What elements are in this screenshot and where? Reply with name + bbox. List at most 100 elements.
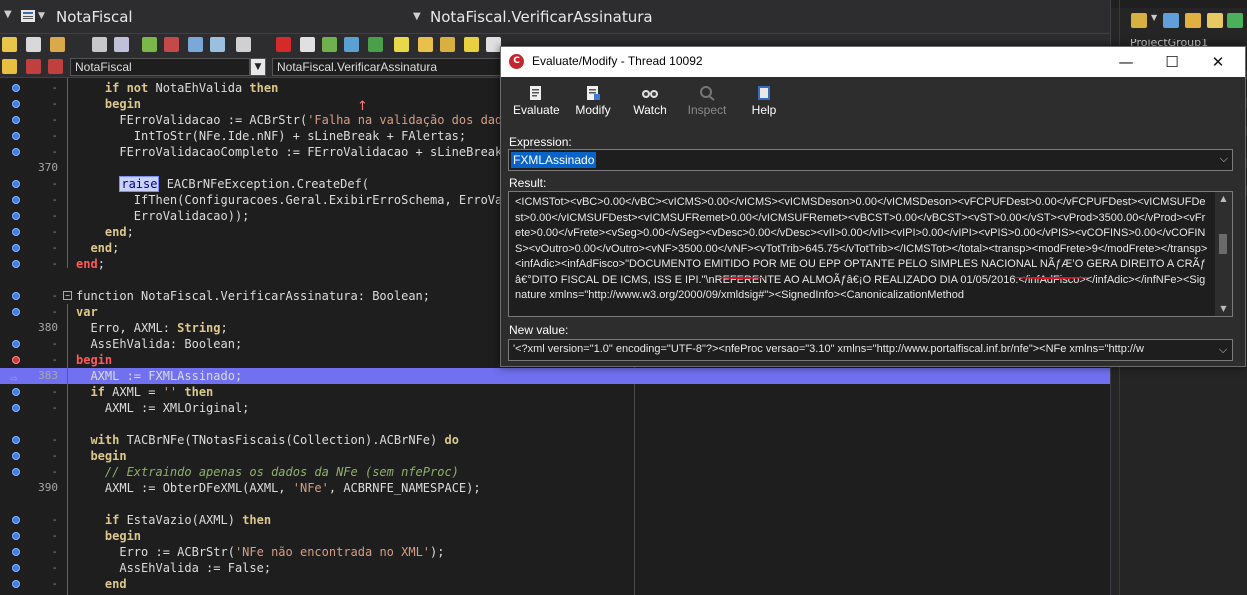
expression-combo[interactable]: FXMLAssinado ⌵	[508, 149, 1233, 171]
method-combo[interactable]: NotaFiscal.VerificarAssinatura	[272, 58, 502, 76]
step-over-icon[interactable]	[300, 37, 315, 52]
code-text[interactable]: AXML := XMLOriginal;	[76, 400, 250, 416]
unit-combo[interactable]: NotaFiscal	[70, 58, 250, 76]
code-line[interactable]: - AXML := XMLOriginal;	[0, 400, 1110, 416]
compiled-line-icon[interactable]	[12, 100, 20, 108]
code-text[interactable]: function NotaFiscal.VerificarAssinatura:…	[76, 288, 430, 304]
code-text[interactable]: begin	[76, 352, 112, 368]
compiled-line-icon[interactable]	[12, 516, 20, 524]
scroll-up-icon[interactable]: ▲	[1215, 192, 1232, 206]
compiled-line-icon[interactable]	[12, 564, 20, 572]
maximize-button[interactable]: ☐	[1149, 47, 1195, 77]
compiled-line-icon[interactable]	[12, 292, 20, 300]
compiled-line-icon[interactable]	[12, 404, 20, 412]
open-icon[interactable]	[50, 37, 65, 52]
code-text[interactable]: AXML := FXMLAssinado;	[76, 368, 242, 384]
bookmark-icon[interactable]	[394, 37, 409, 52]
compiled-line-icon[interactable]	[12, 84, 20, 92]
dropdown-arrow-icon[interactable]: ▼	[38, 11, 54, 25]
add-file-icon[interactable]	[142, 37, 157, 52]
code-text[interactable]: Erro, AXML: String;	[76, 320, 227, 336]
compiled-line-icon[interactable]	[12, 436, 20, 444]
project-options-icon[interactable]	[1131, 13, 1147, 28]
code-line[interactable]: - AssEhValida := False;	[0, 560, 1110, 576]
sync-icon[interactable]	[1163, 13, 1179, 28]
edit-icon[interactable]	[418, 37, 433, 52]
help-button[interactable]: Help	[747, 85, 781, 117]
compiled-line-icon[interactable]	[12, 388, 20, 396]
compiled-line-icon[interactable]	[12, 196, 20, 204]
code-text[interactable]: if not NotaEhValida then	[76, 80, 278, 96]
history-icon[interactable]	[2, 59, 17, 74]
code-line[interactable]: - begin	[0, 448, 1110, 464]
remove-file-icon[interactable]	[164, 37, 179, 52]
code-text[interactable]: begin	[76, 448, 126, 464]
inspect-button[interactable]: Inspect	[686, 85, 728, 117]
code-text[interactable]: Erro := ACBrStr('NFe não encontrada no X…	[76, 544, 444, 560]
new-item-icon[interactable]	[26, 37, 41, 52]
code-text[interactable]: AssEhValida: Boolean;	[76, 336, 242, 352]
code-text[interactable]: AssEhValida := False;	[76, 560, 271, 576]
code-text[interactable]: IntToStr(NFe.Ide.nNF) + sLineBreak + FAl…	[76, 128, 466, 144]
save-icon[interactable]	[92, 37, 107, 52]
compiled-line-icon[interactable]	[12, 548, 20, 556]
code-line[interactable]: - end	[0, 576, 1110, 592]
result-memo[interactable]: <ICMSTot><vBC>0.00</vBC><vICMS>0.00</vIC…	[508, 191, 1233, 317]
new-value-combo[interactable]: '<?xml version="1.0" encoding="UTF-8"?><…	[508, 339, 1233, 361]
evaluate-button[interactable]: Evaluate	[513, 85, 560, 117]
code-text[interactable]: end;	[76, 240, 119, 256]
code-line[interactable]: - if EstaVazio(AXML) then	[0, 512, 1110, 528]
code-line[interactable]: - with TACBrNFe(TNotasFiscais(Collection…	[0, 432, 1110, 448]
stop-icon[interactable]	[276, 37, 291, 52]
project-icon[interactable]	[188, 37, 203, 52]
back-icon[interactable]	[26, 59, 41, 74]
minimize-button[interactable]: —	[1103, 47, 1149, 77]
code-text[interactable]: end;	[76, 256, 105, 272]
chevron-down-icon[interactable]: ▼	[4, 9, 20, 23]
code-line[interactable]	[0, 416, 1110, 432]
current-execution-line[interactable]: ⇨ 383 AXML := FXMLAssinado;	[0, 368, 1110, 385]
refresh-icon[interactable]	[1227, 13, 1243, 28]
debug-icon[interactable]	[2, 37, 17, 52]
code-text[interactable]: if EstaVazio(AXML) then	[76, 512, 271, 528]
code-text[interactable]: FErroValidacao := ACBrStr('Falha na vali…	[76, 112, 516, 128]
compiled-line-icon[interactable]	[12, 308, 20, 316]
breakpoint-icon[interactable]	[12, 356, 20, 364]
code-text[interactable]: IfThen(Configuracoes.Geral.ExibirErroSch…	[76, 192, 517, 208]
fold-toggle-icon[interactable]: −	[63, 291, 72, 300]
code-text[interactable]: begin	[76, 96, 141, 112]
scroll-thumb[interactable]	[1219, 234, 1227, 254]
compiled-line-icon[interactable]	[12, 260, 20, 268]
lightning-icon[interactable]	[464, 37, 479, 52]
compiled-line-icon[interactable]	[12, 532, 20, 540]
code-text[interactable]: // Extraindo apenas os dados da NFe (sem…	[76, 464, 459, 480]
trace-into-icon[interactable]	[322, 37, 337, 52]
new-value-input[interactable]: '<?xml version="1.0" encoding="UTF-8"?><…	[513, 343, 1144, 355]
code-line[interactable]: - Erro := ACBrStr('NFe não encontrada no…	[0, 544, 1110, 560]
expression-input[interactable]: FXMLAssinado	[511, 152, 597, 168]
compiled-line-icon[interactable]	[12, 228, 20, 236]
scroll-down-icon[interactable]: ▼	[1215, 302, 1232, 316]
code-text[interactable]: ErroValidacao));	[76, 208, 250, 224]
code-text[interactable]: var	[76, 304, 98, 320]
code-text[interactable]: AXML := ObterDFeXML(AXML, 'NFe', ACBRNFE…	[76, 480, 481, 496]
result-text[interactable]: <ICMSTot><vBC>0.00</vBC><vICMS>0.00</vIC…	[515, 195, 1209, 304]
form-icon[interactable]	[210, 37, 225, 52]
compiled-line-icon[interactable]	[12, 132, 20, 140]
compiled-line-icon[interactable]	[12, 340, 20, 348]
compiled-line-icon[interactable]	[12, 580, 20, 588]
watch-toolbar-icon[interactable]	[440, 37, 455, 52]
code-text[interactable]: begin	[76, 528, 141, 544]
modify-button[interactable]: Modify	[572, 85, 614, 117]
code-line[interactable]: - begin	[0, 528, 1110, 544]
compiled-line-icon[interactable]	[12, 180, 20, 188]
forward-icon[interactable]	[48, 59, 63, 74]
code-line[interactable]	[0, 496, 1110, 512]
code-text[interactable]: FErroValidacaoCompleto := FErroValidacao…	[76, 144, 524, 160]
dropdown-arrow-icon[interactable]: ▼	[1151, 13, 1159, 28]
compiled-line-icon[interactable]	[12, 116, 20, 124]
dialog-title-bar[interactable]: C Evaluate/Modify - Thread 10092 — ☐ ✕	[501, 47, 1245, 77]
compiled-line-icon[interactable]	[12, 148, 20, 156]
code-line[interactable]: 390 AXML := ObterDFeXML(AXML, 'NFe', ACB…	[0, 480, 1110, 496]
run-icon[interactable]	[368, 37, 383, 52]
